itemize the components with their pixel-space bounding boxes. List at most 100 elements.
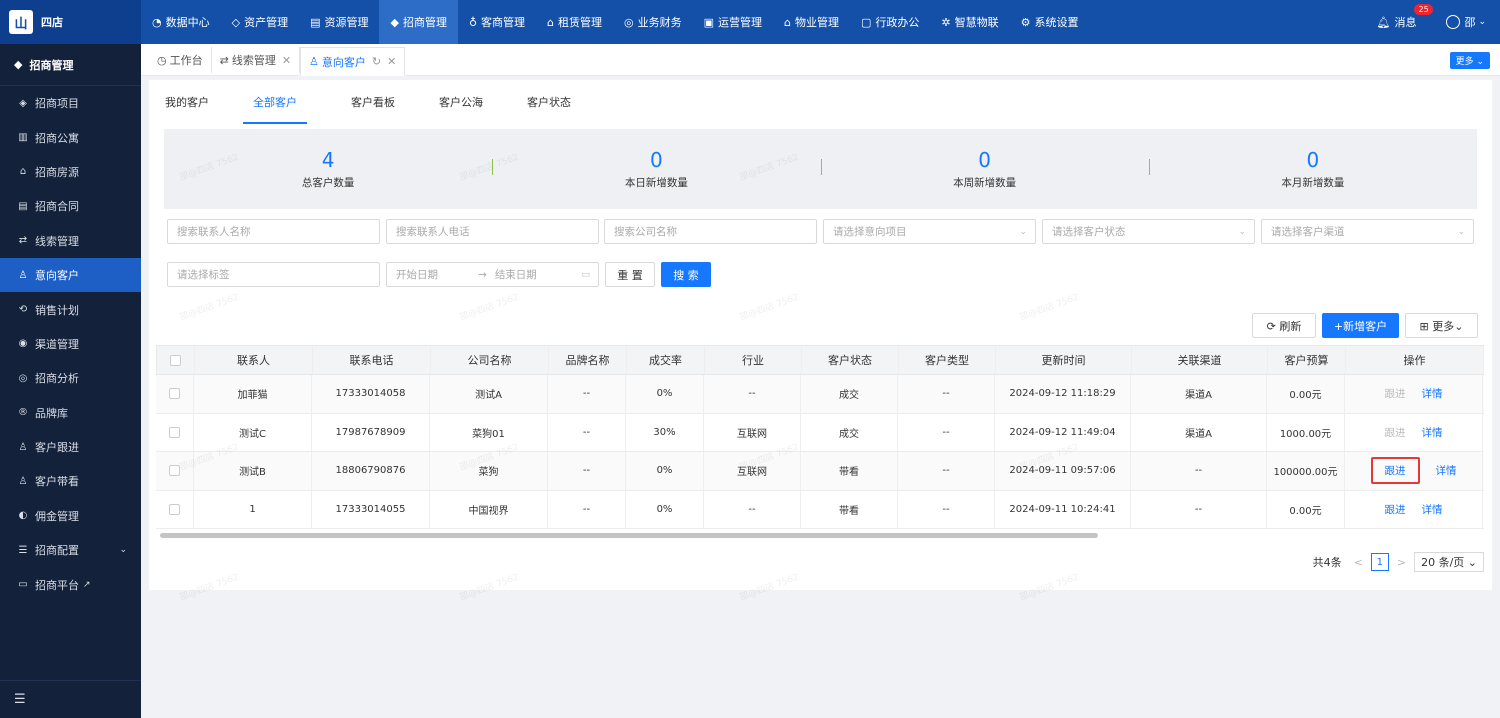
top-nav-item[interactable]: ✲ 智慧物联 [930, 0, 1009, 44]
reset-button[interactable]: 重 置 [605, 262, 655, 287]
sidebar-icon: ♙ [18, 441, 28, 453]
sidebar-item[interactable]: ⌂ 招商房源 [0, 155, 141, 189]
select-all-checkbox[interactable] [170, 354, 181, 366]
sidebar-item[interactable]: ⇄ 线索管理 [0, 224, 141, 258]
nav-icon: ◎ [624, 15, 634, 29]
row-checkbox[interactable] [169, 465, 180, 477]
actions-cell: 跟进 详情 [1345, 490, 1483, 528]
column-header: 客户状态 [802, 346, 899, 374]
prev-page-icon[interactable]: < [1354, 556, 1363, 569]
table-cell: 互联网 [704, 452, 801, 490]
table-row: 测试C 17987678909 菜狗01 -- 30% 互联网 成交 -- 2024-09-12… [156, 413, 1484, 452]
search-button[interactable]: 搜 索 [661, 262, 711, 287]
sidebar-icon: ⟲ [18, 304, 28, 316]
sidebar-item[interactable]: ◎ 招商分析 [0, 361, 141, 395]
top-nav-item[interactable]: ⌂ 租赁管理 [536, 0, 613, 44]
sidebar-item[interactable]: ▭ 招商平台 ↗ [0, 567, 141, 601]
table-cell: 17987678909 [312, 413, 430, 451]
top-nav-item[interactable]: ▢ 行政办公 [850, 0, 930, 44]
tabs-more-button[interactable]: 更多 ⌄ [1449, 52, 1490, 69]
sidebar-item[interactable]: ♙ 客户跟进 [0, 430, 141, 464]
column-header: 联系电话 [313, 346, 431, 374]
row-checkbox[interactable] [169, 426, 180, 438]
sidebar-item[interactable]: ◈ 招商项目 [0, 86, 141, 120]
refresh-button[interactable]: ⟳ 刷新 [1252, 313, 1316, 338]
top-nav-item[interactable]: ⚙ 系统设置 [1010, 0, 1090, 44]
top-nav-item[interactable]: ▤ 资源管理 [299, 0, 379, 44]
page-button[interactable]: 1 [1370, 553, 1389, 571]
tab-intended-customers[interactable]: ♙ 意向客户 ↻ ✕ [300, 47, 406, 76]
sidebar-item[interactable]: ® 品牌库 [0, 396, 141, 430]
date-range-picker[interactable]: 开始日期 → 结束日期 ▭ [386, 262, 599, 287]
detail-link[interactable]: 详情 [1422, 502, 1443, 517]
page-size-select[interactable]: 20 条/页 ⌄ [1414, 552, 1484, 572]
sidebar-item[interactable]: ♙ 客户带看 [0, 464, 141, 498]
refresh-icon[interactable]: ↻ [372, 55, 381, 68]
row-checkbox[interactable] [169, 388, 180, 400]
top-nav-item[interactable]: ◎ 业务财务 [613, 0, 693, 44]
pagination: 共4条 < 1 > 20 条/页 ⌄ [1313, 552, 1484, 572]
more-actions-button[interactable]: ⊞ 更多⌄ [1405, 313, 1478, 338]
close-icon[interactable]: ✕ [387, 55, 396, 68]
top-nav-item[interactable]: ◔ 数据中心 [141, 0, 221, 44]
nav-icon: ♁ [468, 15, 478, 29]
logo[interactable]: 山 四店 [0, 0, 141, 44]
next-page-icon[interactable]: > [1397, 556, 1406, 569]
collapse-menu-icon[interactable]: ☰ [0, 680, 141, 718]
tab-workbench[interactable]: ◷ 工作台 [149, 47, 212, 73]
top-nav-item[interactable]: ◆ 招商管理 [379, 0, 458, 44]
subtab-customer-board[interactable]: 客户看板 [351, 94, 395, 124]
sidebar-item[interactable]: ▥ 招商公寓 [0, 120, 141, 154]
tab-leads[interactable]: ⇄ 线索管理 ✕ [212, 47, 301, 73]
channel-select[interactable]: 请选择客户渠道 ⌄ [1261, 219, 1474, 244]
top-nav-item[interactable]: ♁ 客商管理 [458, 0, 536, 44]
subtab-customer-status[interactable]: 客户状态 [527, 94, 571, 124]
sidebar-icon: ⌂ [19, 166, 27, 178]
sidebar-item[interactable]: ♙ 意向客户 [0, 257, 141, 293]
subtab-all-customers[interactable]: 全部客户 [243, 94, 307, 124]
contact-phone-input[interactable]: 搜索联系人电话 [386, 219, 599, 244]
follow-up-link[interactable]: 跟进 [1370, 457, 1420, 485]
top-nav-item[interactable]: ▣ 运营管理 [693, 0, 773, 44]
chevron-down-icon: ⌄ [119, 545, 127, 556]
messages-button[interactable]: 🔔︎ 消息 25 [1376, 4, 1433, 30]
user-menu[interactable]: 邵 ⌄ [1446, 14, 1486, 30]
sidebar-item[interactable]: ☰ 招商配置 ⌄ [0, 533, 141, 567]
subtab-customer-pool[interactable]: 客户公海 [439, 94, 483, 124]
close-icon[interactable]: ✕ [282, 54, 291, 67]
sidebar-item[interactable]: ◐ 佣金管理 [0, 499, 141, 533]
horizontal-scrollbar[interactable] [160, 533, 1098, 538]
nav-label: 资源管理 [324, 16, 369, 29]
table-cell: 18806790876 [312, 452, 430, 490]
project-select[interactable]: 请选择意向项目 ⌄ [823, 219, 1036, 244]
table-cell: 测试A [430, 375, 548, 413]
follow-up-link[interactable]: 跟进 [1385, 425, 1406, 440]
table-cell: -- [548, 452, 626, 490]
column-header: 客户类型 [899, 346, 996, 374]
table-cell: -- [1131, 452, 1267, 490]
detail-link[interactable]: 详情 [1422, 425, 1443, 440]
sidebar-item[interactable]: ⟲ 销售计划 [0, 292, 141, 326]
top-nav-item[interactable]: ⌂ 物业管理 [773, 0, 850, 44]
row-checkbox[interactable] [169, 503, 180, 515]
detail-link[interactable]: 详情 [1436, 463, 1457, 478]
company-name-input[interactable]: 搜索公司名称 [604, 219, 817, 244]
status-select[interactable]: 请选择客户状态 ⌄ [1042, 219, 1255, 244]
sidebar-item[interactable]: ▤ 招商合同 [0, 189, 141, 223]
follow-up-link[interactable]: 跟进 [1385, 502, 1406, 517]
detail-link[interactable]: 详情 [1422, 386, 1443, 401]
follow-up-link[interactable]: 跟进 [1385, 386, 1406, 401]
contact-name-input[interactable]: 搜索联系人名称 [167, 219, 380, 244]
table-row: 1 17333014055 中国视界 -- 0% -- 带看 -- 2024-09-11 10:… [156, 490, 1484, 529]
leads-icon: ⇄ [219, 53, 229, 67]
stat-divider [1148, 159, 1150, 175]
column-header: 行业 [705, 346, 802, 374]
nav-icon: ◇ [231, 15, 241, 29]
add-customer-button[interactable]: +新增客户 [1322, 313, 1399, 338]
subtab-my-customers[interactable]: 我的客户 [165, 94, 209, 124]
sidebar-item[interactable]: ◉ 渠道管理 [0, 327, 141, 361]
checkbox-cell [156, 413, 194, 451]
table-cell: 1 [194, 490, 312, 528]
top-nav-item[interactable]: ◇ 资产管理 [221, 0, 299, 44]
tag-select[interactable]: 请选择标签 [167, 262, 380, 287]
